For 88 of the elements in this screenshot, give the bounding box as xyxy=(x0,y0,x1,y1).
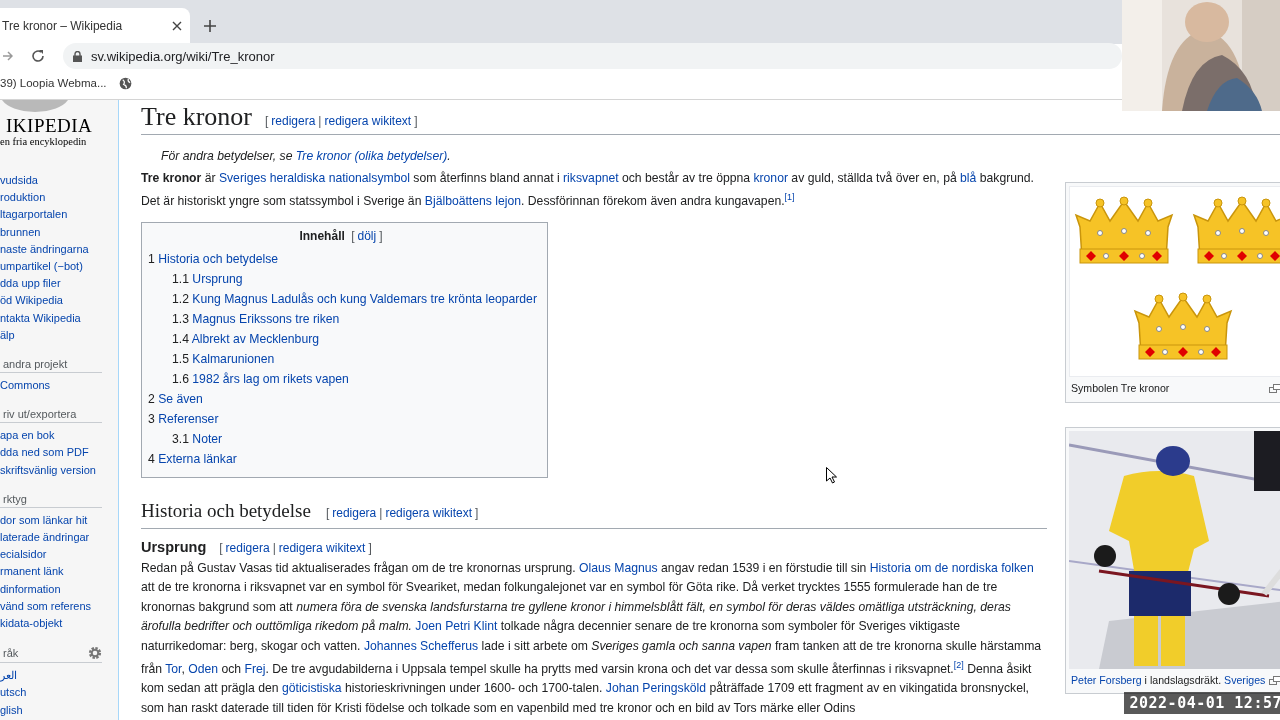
toc-link[interactable]: 1.6 1982 års lag om rikets vapen xyxy=(148,368,537,389)
link[interactable]: Peter Forsberg xyxy=(1071,673,1142,686)
page-title: Tre kronor xyxy=(141,101,252,133)
bracket: | xyxy=(272,540,276,555)
sidebar-heading: andra projekt xyxy=(3,358,68,371)
sidebar-link[interactable]: dor som länkar hit xyxy=(0,511,118,530)
toc-link[interactable]: 1.3 Magnus Erikssons tre riken xyxy=(148,308,537,329)
link[interactable]: redigera xyxy=(332,505,377,520)
image-caption: Symbolen Tre kronor xyxy=(1071,381,1170,396)
link[interactable]: Joen Petri Klint xyxy=(415,619,498,634)
link[interactable]: Johan Peringsköld xyxy=(605,681,707,696)
link[interactable]: Sveriges xyxy=(1224,673,1266,686)
address-bar[interactable]: sv.wikipedia.org/wiki/Tre_kronor xyxy=(63,43,1122,69)
link[interactable]: redigera xyxy=(271,114,316,128)
link[interactable]: göticistiska xyxy=(281,681,342,696)
sidebar-link[interactable]: skriftsvänlig version xyxy=(0,461,118,479)
logo-wordmark: IKIPEDIA xyxy=(6,116,94,136)
sidebar-link[interactable]: umpartikel (−bot) xyxy=(0,258,118,276)
paragraph: Redan på Gustav Vasas tid aktualiserades frågan om de tre kronornas ursprung. Olaus Magnus angav redan 1539 i en förstudie till sin Historia om de nordiska folken att de tre kronorna i riksvapnet var en symbol för Sveariket, medan folkungalejonet var en symbol för Göta rike. Då verket trycktes 1555 formulerade han de tre kronornas bakgrund som att numera föra de svenska landsfurstarna tre gyllene kronor i himmelsblått fält, en symbol för deras väldes omätliga utsträckning, deras ärofulla bedrifter och outtömliga rikedom på malm. Joen Petri Klint tolkade några decennier senare de tre kronorna som symboler för Sveriges viktigaste naturrikedomar: berg, skogar och vatten. Johannes Schefferus lade i sitt arbete om Sveriges gamla och sanna vapen fram tanken att de tre kronorna skulle härstamma från Tor, Oden och Frej. De tre avgudabilderna i Uppsala tempel skulle ha prytts med varsin krona och det var dessa som skulle återfinnas i riksvapnet.$^{[2]}$ Denna åsikt kom sedan att prägla den göticistiska historieskrivningen under 1600- och 1700-talen. Johan Peringsköld påträffade 1709 ett fragment av en vikingatida bronsnyckel, som han raskt daterade till tiden för Kristi födelse och tolkade som en vapenbild med tre kronor och en bild av Tors märke eller Odins xyxy=(141,559,1043,717)
link[interactable]: Oden xyxy=(188,661,219,676)
toc-link[interactable]: 1.2 Kung Magnus Ladulås och kung Valdemars tre krönta leoparder xyxy=(148,288,537,309)
link[interactable]: riksvapnet xyxy=(563,171,619,185)
hatnote: För andra betydelser, se Tre kronor (olika betydelser). xyxy=(161,149,452,163)
toc-link[interactable]: 2 Se även xyxy=(148,388,537,409)
sidebar-heading: råk xyxy=(3,647,19,660)
sidebar-heading: rktyg xyxy=(3,492,27,505)
link[interactable]: Johannes Schefferus xyxy=(363,638,479,653)
link[interactable]: kronor xyxy=(753,171,788,185)
link[interactable]: Olaus Magnus xyxy=(579,560,658,575)
link[interactable]: redigera wikitext xyxy=(385,505,473,520)
sidebar-link[interactable]: ecialsidor xyxy=(0,546,118,564)
browser-tab[interactable]: Tre kronor – Wikipedia xyxy=(0,8,190,44)
bracket: | xyxy=(318,114,322,128)
link[interactable]: redigera wikitext xyxy=(278,540,366,555)
logo-tagline: en fria encyklopedin xyxy=(0,136,88,147)
sidebar-link[interactable]: العر xyxy=(0,667,118,685)
bracket: ] xyxy=(414,114,418,128)
bracket: | xyxy=(379,505,383,520)
sidebar-link[interactable]: dinformation xyxy=(0,580,118,598)
link[interactable]: dölj xyxy=(357,228,377,243)
section-heading: Historia och betydelse xyxy=(141,498,311,523)
sidebar-link[interactable]: Commons xyxy=(0,377,118,395)
sidebar-link[interactable]: vänd som referens xyxy=(0,597,118,616)
bookmark[interactable]: 39) Loopia Webma... xyxy=(0,77,107,89)
sidebar-link[interactable]: ltagarportalen xyxy=(0,206,118,224)
sidebar-link[interactable]: brunnen xyxy=(0,223,118,241)
toc-link[interactable]: 1.4 Albrekt av Mecklenburg xyxy=(148,328,537,349)
toc-link[interactable]: 1.5 Kalmarunionen xyxy=(148,348,537,369)
link[interactable]: blå xyxy=(960,171,977,185)
sidebar-link[interactable]: utsch xyxy=(0,684,118,702)
reference-link[interactable]: [1] xyxy=(784,192,795,203)
sidebar-link[interactable]: dda upp filer xyxy=(0,275,118,293)
toc-title: Innehåll xyxy=(299,228,345,243)
link[interactable]: redigera xyxy=(225,540,270,555)
timestamp: 2022-04-01 12:57 xyxy=(1123,692,1280,714)
toc-link[interactable]: 3.1 Noter xyxy=(148,428,537,449)
sidebar-link[interactable]: dda ned som PDF xyxy=(0,444,118,462)
sidebar-link[interactable]: apa en bok xyxy=(0,427,118,445)
bracket: [ xyxy=(219,540,223,555)
toc-link[interactable]: 3 Referenser xyxy=(148,408,537,429)
sidebar-link[interactable]: kidata-objekt xyxy=(0,615,118,633)
sidebar-link[interactable]: älp xyxy=(0,326,118,345)
sidebar-link[interactable]: vudsida xyxy=(0,172,118,190)
link[interactable]: redigera wikitext xyxy=(324,114,412,128)
sidebar-link[interactable]: rmanent länk xyxy=(0,563,118,581)
bracket: [ xyxy=(325,505,330,520)
bracket: [ xyxy=(351,228,355,243)
paragraph: Tre kronor är Sveriges heraldiska nationalsymbol som återfinns bland annat i riksvapnet och består av tre öppna kronor av guld, ställda två över en, på blå bakgrund. Det är historiskt yngre som statssymbol i Sverige än Bjälboättens lejon. Dessförinnan förekom även andra kungavapen.$^{[1]}$ xyxy=(141,170,1035,211)
sidebar-link[interactable]: glish xyxy=(0,701,118,719)
link[interactable]: Tor xyxy=(165,661,182,676)
toc-link[interactable]: 1 Historia och betydelse xyxy=(148,248,537,269)
bracket: [ xyxy=(265,114,269,128)
sidebar-link[interactable]: roduktion xyxy=(0,189,118,207)
sidebar-heading: riv ut/exportera xyxy=(3,408,77,421)
toc-link[interactable]: 1.1 Ursprung xyxy=(148,268,537,289)
bracket: ] xyxy=(368,540,372,555)
bracket: ] xyxy=(379,228,383,243)
link[interactable]: Historia om de nordiska folken xyxy=(869,560,1034,575)
sidebar-link[interactable]: öd Wikipedia xyxy=(0,292,118,310)
link[interactable]: Sveriges heraldiska nationalsymbol xyxy=(218,171,410,185)
image-caption: Peter Forsberg i landslagsdräkt. Sveriges xyxy=(1071,672,1266,688)
reference-link[interactable]: [2] xyxy=(953,659,964,670)
sidebar-link[interactable]: laterade ändringar xyxy=(0,529,118,547)
sidebar-link[interactable]: ntakta Wikipedia xyxy=(0,309,118,327)
subsection-heading: Ursprung xyxy=(141,538,207,555)
bracket: ] xyxy=(475,505,479,520)
sidebar-link[interactable]: naste ändringarna xyxy=(0,240,118,258)
toc-link[interactable]: 4 Externa länkar xyxy=(148,448,537,469)
